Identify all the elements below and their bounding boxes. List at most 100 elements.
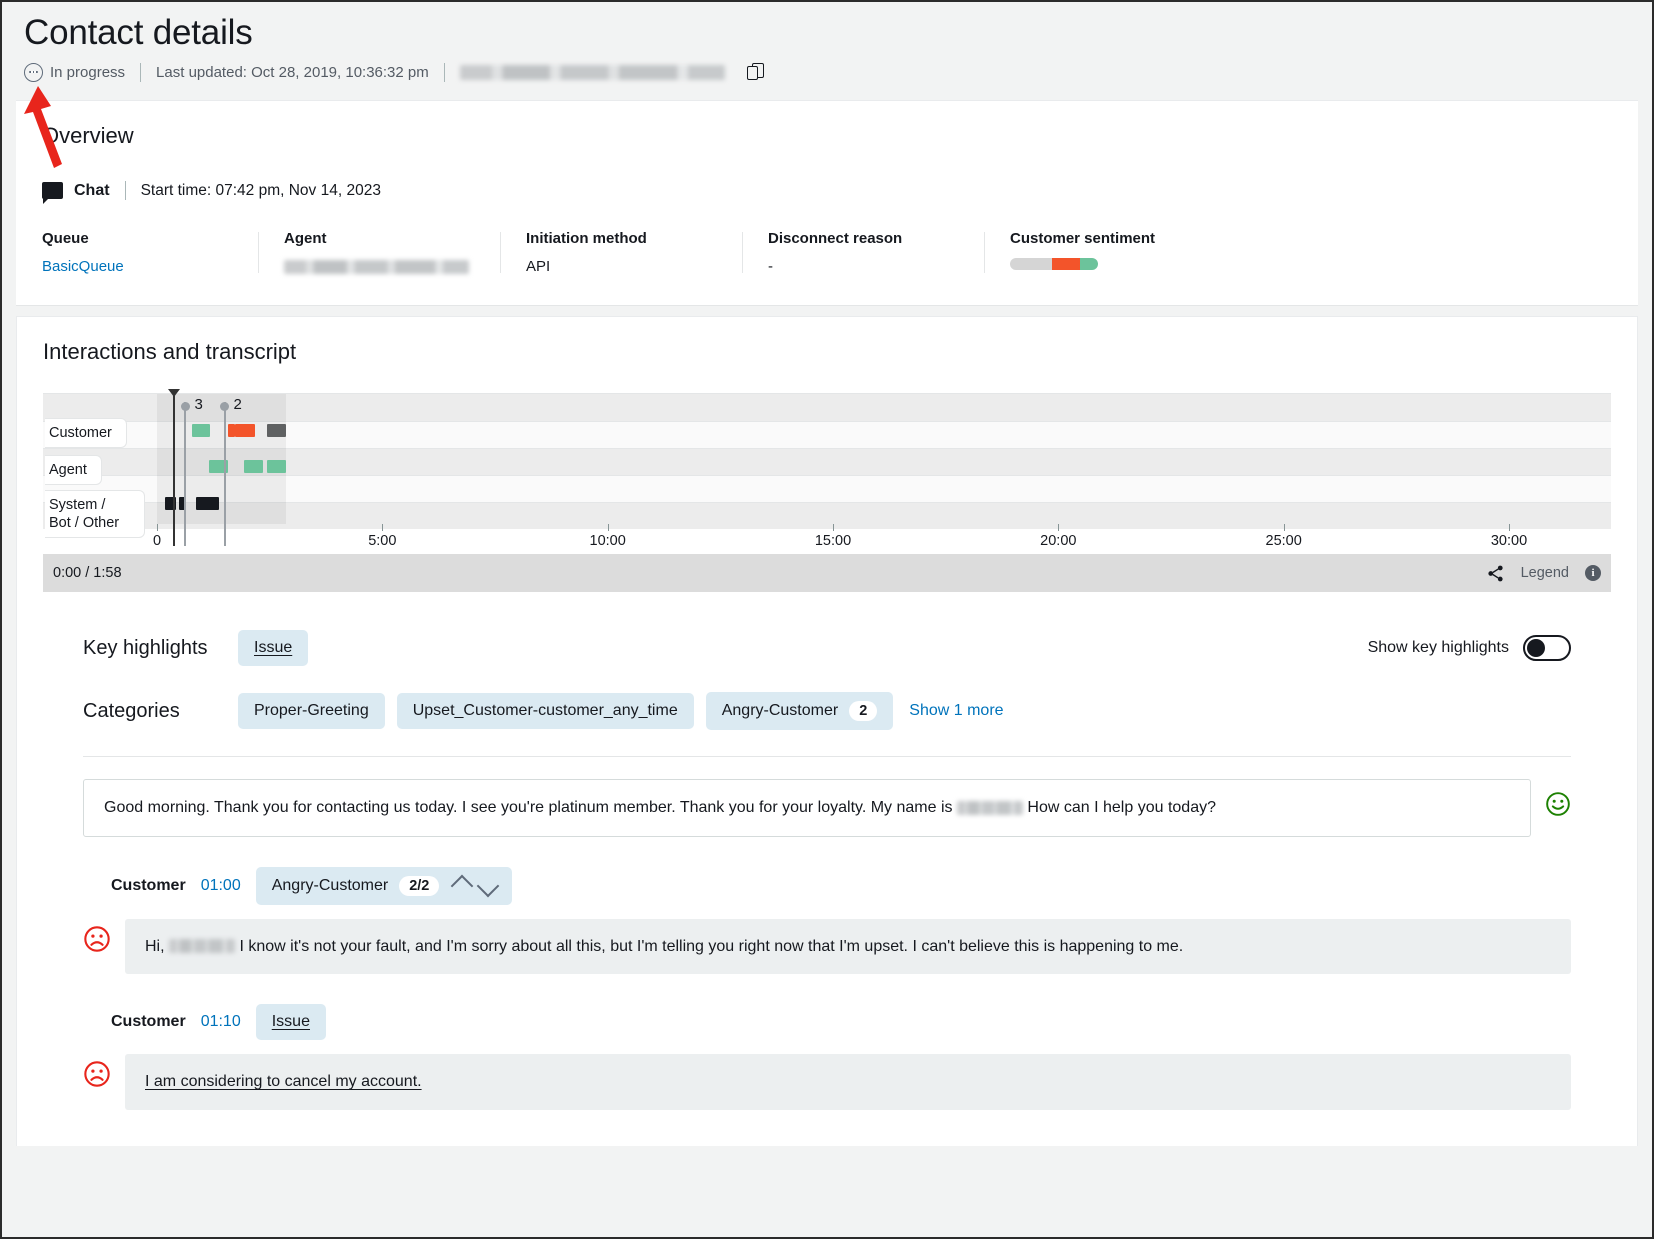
timeline-lane-customer: Customer — [45, 418, 127, 448]
agent-name-redacted — [957, 801, 1023, 815]
field-disconnect-reason: Disconnect reason - — [742, 230, 984, 275]
timeline-marker-dot[interactable] — [181, 402, 190, 411]
axis-tick — [1284, 524, 1285, 531]
timeline-event-block[interactable] — [196, 497, 219, 510]
axis-tick — [157, 524, 158, 531]
copy-icon[interactable] — [747, 63, 765, 81]
queue-link[interactable]: BasicQueue — [42, 258, 124, 275]
message-text-after: I know it's not your fault, and I'm sorr… — [239, 938, 1183, 955]
in-progress-icon — [24, 63, 43, 82]
field-initiation-label: Initiation method — [526, 230, 716, 247]
field-disconnect-label: Disconnect reason — [768, 230, 958, 247]
page-title: Contact details — [24, 12, 1630, 54]
field-disconnect-value: - — [768, 258, 958, 275]
field-agent-label: Agent — [284, 230, 474, 247]
category-chip-label: Angry-Customer — [722, 702, 838, 720]
timeline-event-block[interactable] — [235, 424, 255, 437]
category-chip-proper-greeting[interactable]: Proper-Greeting — [238, 693, 385, 729]
category-chip-upset-customer[interactable]: Upset_Customer-customer_any_time — [397, 693, 694, 729]
timeline-event-block[interactable] — [267, 424, 286, 437]
field-agent-value — [284, 258, 474, 275]
axis-tick — [382, 524, 383, 531]
axis-tick — [1509, 524, 1510, 531]
channel-divider — [125, 181, 126, 200]
timeline-event-block[interactable] — [244, 460, 263, 473]
legend-label[interactable]: Legend — [1521, 565, 1569, 581]
share-icon[interactable] — [1486, 564, 1505, 583]
sentiment-segment — [1080, 258, 1098, 270]
sentiment-bar — [1010, 258, 1098, 270]
timeline-event-block[interactable] — [228, 424, 235, 437]
frown-negative-icon — [83, 1060, 111, 1088]
key-highlight-chip-issue[interactable]: Issue — [238, 630, 308, 666]
key-highlights-section: Key highlights Issue Show key highlights… — [43, 592, 1611, 757]
axis-tick — [1058, 524, 1059, 531]
transcript-messages: Good morning. Thank you for contacting u… — [43, 757, 1611, 1110]
field-queue-value: BasicQueue — [42, 258, 232, 275]
timeline-chart[interactable]: 32 Customer Agent System / Bot / Other — [43, 393, 1611, 524]
timeline-widget[interactable]: 32 Customer Agent System / Bot / Other 0… — [43, 393, 1611, 592]
show-more-categories-link[interactable]: Show 1 more — [909, 702, 1003, 720]
message-highlight-chip-issue[interactable]: Issue — [256, 1004, 326, 1040]
start-time-label: Start time: 07:42 pm, Nov 14, 2023 — [141, 182, 381, 200]
speaker-timestamp[interactable]: 01:10 — [201, 1013, 241, 1031]
message-category-chip-angry-customer[interactable]: Angry-Customer 2/2 — [256, 867, 513, 905]
categories-row: Categories Proper-Greeting Upset_Custome… — [83, 692, 1571, 730]
field-sentiment-value — [1010, 258, 1230, 270]
message-bubble-customer: I am considering to cancel my account. — [125, 1054, 1571, 1110]
timeline-marker-label: 2 — [234, 396, 242, 413]
message-text-before: Good morning. Thank you for contacting u… — [104, 799, 953, 816]
axis-tick-label: 5:00 — [368, 533, 396, 549]
timeline-plot-area[interactable]: 32 — [157, 394, 1603, 524]
timeline-event-block[interactable] — [267, 460, 286, 473]
playback-time: 0:00 / 1:58 — [53, 565, 122, 581]
show-key-highlights-toggle[interactable] — [1523, 635, 1571, 661]
sentiment-segment — [1010, 258, 1052, 270]
status-label: In progress — [50, 64, 125, 81]
contact-id-redacted — [460, 65, 725, 80]
meta-divider-1 — [140, 63, 141, 82]
overview-fields: Queue BasicQueue Agent Initiation method… — [42, 230, 1612, 275]
show-key-highlights-control: Show key highlights — [1368, 635, 1571, 661]
message-category-chip-count: 2/2 — [399, 876, 439, 896]
timeline-marker-dot[interactable] — [220, 402, 229, 411]
agent-name-redacted — [284, 260, 469, 274]
info-icon[interactable]: i — [1585, 565, 1601, 581]
speaker-timestamp[interactable]: 01:00 — [201, 877, 241, 895]
axis-tick-label: 10:00 — [590, 533, 626, 549]
header-meta-row: In progress Last updated: Oct 28, 2019, … — [24, 60, 1630, 84]
timeline-selection-region — [157, 394, 286, 524]
axis-tick-label: 30:00 — [1491, 533, 1527, 549]
timeline-marker-label: 3 — [194, 396, 202, 413]
category-nav-controls — [454, 878, 496, 894]
message-text-after: How can I help you today? — [1027, 799, 1216, 816]
message-category-chip-label: Angry-Customer — [272, 877, 388, 895]
timeline-axis: 05:0010:0015:0020:0025:0030:00 — [157, 524, 1603, 558]
message-row-agent: Good morning. Thank you for contacting u… — [83, 779, 1571, 837]
field-queue-label: Queue — [42, 230, 232, 247]
timeline-playhead[interactable] — [173, 392, 175, 546]
contact-details-page: Contact details In progress Last updated… — [0, 0, 1654, 1239]
timeline-event-block[interactable] — [192, 424, 210, 437]
overview-card: Overview Chat Start time: 07:42 pm, Nov … — [16, 100, 1638, 306]
overview-title: Overview — [42, 123, 1612, 149]
chevron-up-icon[interactable] — [451, 874, 474, 897]
field-sentiment-label: Customer sentiment — [1010, 230, 1230, 247]
chat-icon — [42, 182, 63, 199]
key-highlight-chip-label: Issue — [254, 639, 292, 657]
axis-tick — [608, 524, 609, 531]
status-badge: In progress — [24, 63, 125, 82]
frown-negative-icon — [83, 925, 111, 953]
field-initiation-value: API — [526, 258, 716, 275]
chevron-down-icon[interactable] — [477, 874, 500, 897]
transcript-title: Interactions and transcript — [43, 339, 1611, 365]
channel-row: Chat Start time: 07:42 pm, Nov 14, 2023 — [42, 181, 1612, 200]
axis-tick-label: 20:00 — [1040, 533, 1076, 549]
last-updated-label: Last updated: Oct 28, 2019, 10:36:32 pm — [156, 64, 429, 81]
timeline-footer-actions: Legend i — [1486, 564, 1601, 583]
category-chip-label: Proper-Greeting — [254, 702, 369, 720]
field-customer-sentiment: Customer sentiment — [984, 230, 1256, 275]
interactions-transcript-card: Interactions and transcript 32 Customer … — [16, 316, 1638, 1146]
meta-divider-2 — [444, 63, 445, 82]
category-chip-angry-customer[interactable]: Angry-Customer 2 — [706, 692, 894, 730]
